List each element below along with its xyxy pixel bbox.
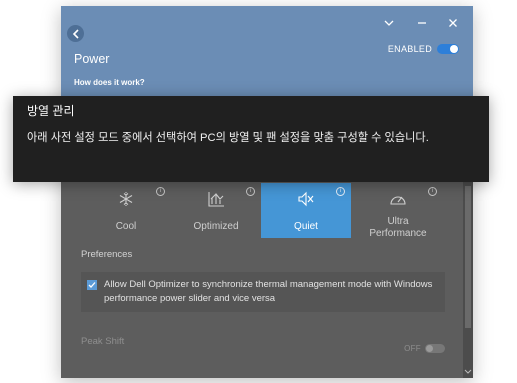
mode-ultra-performance[interactable]: i Ultra Performance	[353, 183, 443, 239]
mode-label: Quiet	[294, 221, 318, 232]
minimize-icon[interactable]	[415, 16, 429, 30]
checkmark-icon	[88, 282, 96, 288]
peak-shift-title: Peak Shift	[81, 336, 125, 347]
preferences-title: Preferences	[81, 249, 133, 260]
enabled-toggle[interactable]	[437, 44, 459, 54]
mode-label: Cool	[115, 221, 137, 232]
close-icon[interactable]	[446, 16, 460, 30]
chevron-down-icon[interactable]	[382, 16, 396, 30]
chevron-left-icon	[72, 28, 79, 39]
enabled-toggle-group[interactable]: ENABLED	[388, 44, 459, 54]
thermal-management-tooltip: 방열 관리 아래 사전 설정 모드 중에서 선택하여 PC의 방열 및 팬 설정…	[13, 96, 489, 182]
scrollbar-thumb[interactable]	[465, 186, 471, 328]
peak-shift-toggle-group[interactable]: OFF	[404, 344, 445, 353]
peak-shift-toggle-label: OFF	[404, 344, 421, 353]
info-icon[interactable]: i	[336, 187, 345, 196]
mode-cool[interactable]: i Cool	[81, 183, 171, 238]
peak-shift-toggle[interactable]	[425, 344, 445, 353]
how-does-it-work-link[interactable]: How does it work?	[74, 78, 145, 87]
mode-label-line1: Ultra	[387, 216, 409, 227]
sync-checkbox-label: Allow Dell Optimizer to synchronize ther…	[104, 279, 433, 304]
power-window: Power ENABLED How does it work? i Cool i	[61, 6, 473, 378]
mode-optimized[interactable]: i Optimized	[171, 183, 261, 238]
tooltip-body: 아래 사전 설정 모드 중에서 선택하여 PC의 방열 및 팬 설정을 맞춤 구…	[27, 132, 429, 144]
enabled-label: ENABLED	[387, 44, 432, 54]
sync-checkbox[interactable]	[87, 280, 97, 290]
mode-label-line2: Performance	[369, 228, 427, 239]
info-icon[interactable]: i	[428, 187, 437, 196]
chevron-down-icon[interactable]	[464, 369, 472, 375]
speaker-mute-icon	[298, 191, 314, 207]
mode-quiet[interactable]: i Quiet	[261, 183, 351, 238]
speedometer-icon	[390, 196, 406, 205]
back-button[interactable]	[67, 25, 84, 42]
page-title: Power	[74, 52, 110, 66]
info-icon[interactable]: i	[156, 187, 165, 196]
snowflake-icon	[119, 192, 133, 206]
chart-icon	[208, 192, 224, 207]
power-header: Power ENABLED How does it work?	[61, 6, 473, 96]
sync-preference: Allow Dell Optimizer to synchronize ther…	[81, 272, 445, 312]
info-icon[interactable]: i	[246, 187, 255, 196]
thermal-mode-selector: i Cool i Optimized i Quiet i Ultra Perfo…	[81, 183, 443, 239]
mode-label: Optimized	[193, 221, 239, 232]
tooltip-title: 방열 관리	[27, 104, 75, 118]
